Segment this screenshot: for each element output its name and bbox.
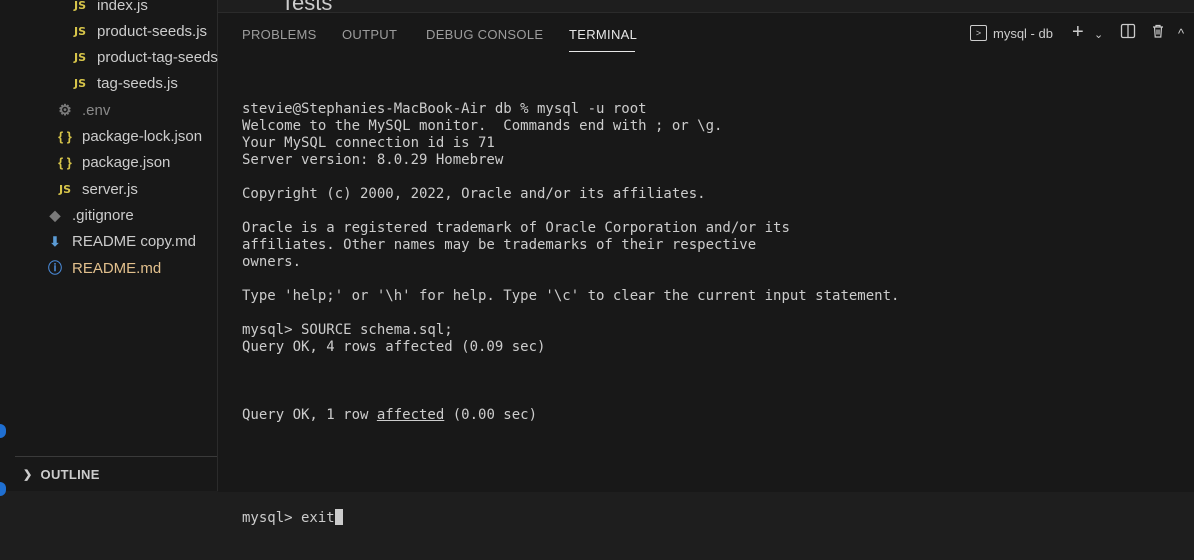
- file-name: README copy.md: [72, 233, 196, 251]
- terminal-query-line: Query OK, 1 row affected (0.00 sec): [242, 407, 899, 424]
- file-name: tag-seeds.js: [97, 75, 178, 93]
- prompt-text: mysql> exit: [242, 510, 335, 526]
- tab-debug-console[interactable]: DEBUG CONSOLE: [426, 27, 543, 42]
- json-file-icon: { }: [58, 155, 72, 171]
- terminal-line: Query OK, 4 rows affected (0.09 sec): [242, 339, 546, 355]
- outline-section-header[interactable]: ❯ OUTLINE: [15, 456, 217, 492]
- tab-problems[interactable]: PROBLEMS: [242, 27, 317, 42]
- terminal-icon: >: [970, 25, 987, 41]
- outline-label: OUTLINE: [40, 467, 100, 482]
- gear-icon: ⚙: [58, 102, 72, 120]
- tab-terminal[interactable]: TERMINAL: [569, 27, 637, 42]
- new-terminal-plus-icon[interactable]: +: [1072, 21, 1084, 44]
- file-name: product-seeds.js: [97, 22, 208, 40]
- terminal-selector[interactable]: > mysql - db: [970, 25, 1053, 41]
- javascript-file-icon: JS: [73, 0, 86, 12]
- file-name: index.js: [97, 0, 148, 14]
- terminal-line: Server version: 8.0.29 Homebrew: [242, 152, 504, 168]
- terminal-line: Oracle is a registered trademark of Orac…: [242, 220, 790, 236]
- terminal-line: Type 'help;' or '\h' for help. Type '\c'…: [242, 288, 900, 304]
- javascript-file-icon: JS: [73, 51, 86, 65]
- chevron-right-icon: ❯: [23, 469, 33, 481]
- info-icon: ⓘ: [48, 260, 62, 276]
- terminal-line: mysql> SOURCE schema.sql;: [242, 322, 453, 338]
- javascript-file-icon: JS: [73, 24, 86, 38]
- terminal-cursor: [334, 509, 343, 525]
- terminal-line: Copyright (c) 2000, 2022, Oracle and/or …: [242, 186, 706, 202]
- trash-icon[interactable]: [1150, 23, 1166, 44]
- tab-output[interactable]: OUTPUT: [342, 27, 397, 42]
- json-file-icon: { }: [58, 129, 72, 144]
- file-tree-item[interactable]: ◆ .gitignore: [15, 202, 249, 228]
- file-name: server.js: [82, 180, 138, 198]
- chevron-down-icon[interactable]: ⌄: [1094, 28, 1103, 41]
- file-name: package-lock.json: [82, 128, 203, 145]
- git-diamond-icon: ◆: [49, 206, 61, 223]
- query-text: Query OK, 1 row: [242, 407, 377, 423]
- terminal-prompt-line[interactable]: mysql> exit: [242, 509, 899, 526]
- split-terminal-icon[interactable]: [1120, 23, 1136, 44]
- terminal-line: Your MySQL connection id is 71: [242, 135, 495, 151]
- activity-bar: [0, 0, 15, 496]
- terminal-line: stevie@Stephanies-MacBook-Air db % mysql…: [242, 101, 647, 117]
- file-name: package.json: [82, 154, 171, 172]
- terminal-line: owners.: [242, 254, 302, 270]
- file-tree-item[interactable]: ⬇ README copy.md: [15, 229, 249, 255]
- terminal-line: affiliates. Other names may be trademark…: [242, 237, 757, 253]
- query-time-text: (0.00 sec): [444, 407, 538, 423]
- terminal-line: Welcome to the MySQL monitor. Commands e…: [242, 118, 723, 134]
- file-tree-item[interactable]: ⓘREADME.mdM: [15, 255, 249, 281]
- file-name: .env: [82, 101, 111, 119]
- query-underlined-text: affected: [376, 407, 445, 423]
- terminal-lines: stevie@Stephanies-MacBook-Air db % mysql…: [242, 101, 899, 373]
- panel-tabs: PROBLEMS OUTPUT DEBUG CONSOLE TERMINAL >…: [218, 13, 1194, 55]
- javascript-file-icon: JS: [58, 182, 71, 196]
- bottom-panel: PROBLEMS OUTPUT DEBUG CONSOLE TERMINAL >…: [218, 12, 1194, 526]
- settings-badge-icon[interactable]: [0, 482, 6, 496]
- file-name: .gitignore: [72, 206, 134, 224]
- active-tab-indicator: [569, 51, 635, 52]
- terminal-name: mysql - db: [993, 25, 1053, 41]
- chevron-up-icon[interactable]: ^: [1178, 26, 1184, 41]
- accounts-badge-icon[interactable]: [0, 424, 6, 438]
- explorer-sidebar: JS index.js JS product-seeds.js JS product-ta…: [15, 0, 233, 492]
- download-arrow-icon: ⬇: [49, 233, 61, 249]
- file-name: README.md: [72, 259, 162, 277]
- terminal-output[interactable]: stevie@Stephanies-MacBook-Air db % mysql…: [242, 67, 899, 560]
- javascript-file-icon: JS: [73, 77, 86, 91]
